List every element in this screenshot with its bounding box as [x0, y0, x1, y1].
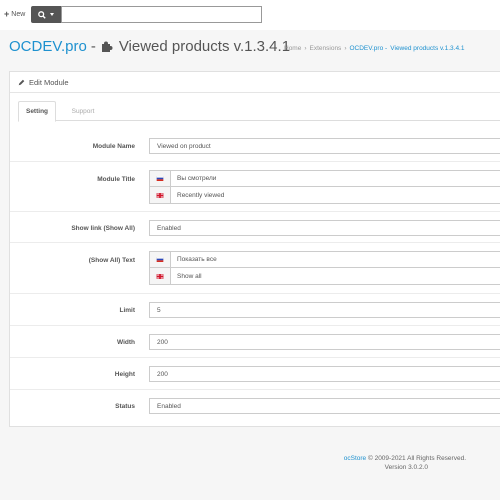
footer-version: Version 3.0.2.0 — [384, 464, 428, 471]
breadcrumb-extensions[interactable]: Extensions — [310, 45, 342, 52]
limit-input[interactable]: 5 — [149, 302, 500, 318]
footer-copyright: © 2009-2021 All Rights Reserved. — [367, 455, 466, 462]
form-row-module-name: Module Name Viewed on product — [10, 129, 500, 162]
show-all-text-ru-input[interactable]: Показать все — [171, 252, 217, 267]
pencil-icon — [18, 79, 25, 85]
form-row-show-link: Show link (Show All) Enabled — [10, 212, 500, 243]
show-all-text-label: (Show All) Text — [88, 257, 135, 264]
form-row-limit: Limit 5 — [10, 294, 500, 326]
panel-heading-text: Edit Module — [29, 77, 69, 87]
new-button[interactable]: + New — [4, 10, 25, 19]
breadcrumb-current[interactable]: OCDEV.pro - Viewed products v.1.3.4.1 — [349, 45, 464, 52]
width-label: Width — [117, 339, 135, 346]
flag-gb-icon — [156, 273, 164, 279]
module-title-label: Module Title — [97, 176, 135, 183]
form-row-status: Status Enabled — [10, 390, 500, 423]
status-label: Status — [115, 403, 135, 410]
module-title-ru-input[interactable]: Вы смотрели — [171, 171, 216, 186]
form-row-height: Height 200 — [10, 358, 500, 390]
page-title: OCDEV.pro - Viewed products v.1.3.4.1 — [9, 38, 290, 55]
module-title-ru-field: Вы смотрели — [149, 170, 500, 187]
module-name-label: Module Name — [92, 143, 135, 150]
width-input[interactable]: 200 — [149, 334, 500, 350]
search-type-dropdown[interactable] — [31, 6, 61, 23]
new-button-label: New — [11, 11, 26, 18]
show-all-text-en-input[interactable]: Show all — [171, 268, 202, 284]
tab-bar: Setting Support — [18, 99, 500, 122]
top-bar: + New — [0, 0, 500, 30]
page-title-brand: OCDEV.pro — [9, 38, 87, 55]
module-name-input[interactable]: Viewed on product — [149, 138, 500, 154]
edit-module-panel: Edit Module Setting Support Module Name … — [9, 71, 500, 427]
chevron-down-icon — [50, 13, 54, 16]
flag-ru-icon — [156, 176, 164, 181]
breadcrumb-home[interactable]: Home — [284, 45, 301, 52]
tab-support[interactable]: Support — [63, 101, 103, 122]
height-input[interactable]: 200 — [149, 366, 500, 382]
limit-label: Limit — [119, 307, 135, 314]
breadcrumb: Home › Extensions › OCDEV.pro - Viewed produ… — [284, 45, 465, 52]
search-icon — [38, 10, 46, 19]
show-link-label: Show link (Show All) — [71, 225, 135, 232]
page-title-text: Viewed products v.1.3.4.1 — [118, 38, 291, 55]
flag-ru-icon — [156, 257, 164, 262]
panel-heading: Edit Module — [10, 72, 500, 93]
tab-setting[interactable]: Setting — [18, 101, 56, 122]
show-all-text-ru-field: Показать все — [149, 251, 500, 268]
form-row-width: Width 200 — [10, 326, 500, 358]
status-select[interactable]: Enabled — [149, 398, 500, 414]
show-all-text-en-field: Show all — [149, 268, 500, 285]
plus-icon: + — [4, 9, 10, 19]
module-title-en-input[interactable]: Recently viewed — [171, 187, 224, 203]
form-row-module-title: Module Title Вы смотрели Recently viewed — [10, 162, 500, 212]
show-link-select[interactable]: Enabled — [149, 220, 500, 236]
search-input[interactable] — [61, 6, 262, 23]
module-title-en-field: Recently viewed — [149, 187, 500, 204]
height-label: Height — [114, 371, 135, 378]
form-row-show-all-text: (Show All) Text Показать все Show all — [10, 243, 500, 294]
puzzle-icon — [101, 41, 113, 52]
show-all-text-group: Показать все Show all — [149, 251, 500, 285]
flag-gb-icon — [156, 192, 164, 198]
footer-brand-link[interactable]: ocStore — [344, 455, 366, 462]
page-title-dash: - — [90, 38, 96, 55]
module-title-group: Вы смотрели Recently viewed — [149, 170, 500, 204]
